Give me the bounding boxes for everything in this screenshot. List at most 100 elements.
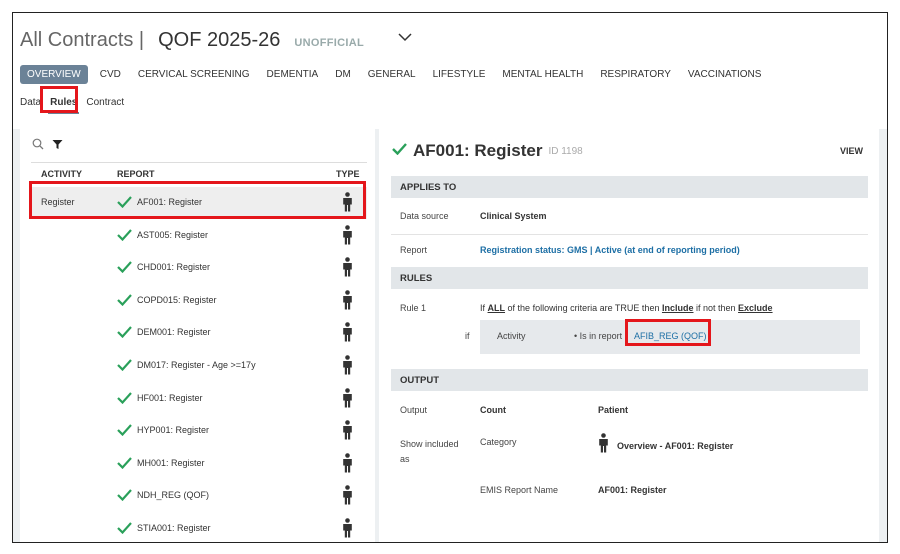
rule-text-mid2: if not then (696, 303, 736, 313)
check-icon (117, 488, 132, 502)
tab-overview[interactable]: OVERVIEW (20, 65, 88, 84)
rule-description: If ALL of the following criteria are TRU… (480, 303, 773, 313)
check-icon (117, 228, 132, 241)
check-icon (117, 325, 132, 339)
rule-text-exclude: Exclude (738, 303, 773, 313)
tab-lifestyle[interactable]: LIFESTYLE (433, 65, 486, 84)
criteria-field: Activity (497, 331, 526, 341)
table-row[interactable]: DM017: Register - Age >=17y (31, 350, 367, 382)
output-value: Count (480, 405, 506, 415)
check-icon (117, 358, 132, 372)
detail-title-row: AF001: Register ID 1198 (392, 141, 583, 161)
rule-text-mid: of the following criteria are TRUE then (507, 303, 660, 313)
report-cell: STIA001: Register (137, 523, 211, 533)
page-title: QOF 2025-26 (158, 29, 281, 51)
if-label: if (465, 331, 470, 341)
tab-dementia[interactable]: DEMENTIA (267, 65, 319, 84)
tab-respiratory[interactable]: RESPIRATORY (600, 65, 671, 84)
subtab-contract[interactable]: Contract (86, 97, 124, 108)
section-rules: RULES (391, 267, 868, 289)
person-icon (342, 485, 353, 505)
chevron-down-icon[interactable] (398, 30, 412, 44)
detail-id: ID 1198 (548, 145, 583, 157)
category-value: Overview - AF001: Register (617, 441, 734, 451)
section-applies-to: APPLIES TO (391, 176, 868, 198)
person-icon (598, 433, 609, 458)
data-source-label: Data source (400, 211, 449, 221)
criteria-link[interactable]: AFIB_REG (QOF) (634, 331, 707, 341)
tab-cervical-screening[interactable]: CERVICAL SCREENING (138, 65, 250, 84)
detail-title: AF001: Register (413, 141, 543, 160)
check-icon (117, 521, 132, 535)
person-icon (342, 452, 353, 473)
tab-cvd[interactable]: CVD (100, 65, 121, 84)
check-icon (117, 456, 132, 469)
output-label: Output (400, 405, 428, 415)
table-row[interactable]: Register AF001: Register (31, 187, 367, 219)
person-icon (342, 420, 353, 440)
report-cell: AST005: Register (137, 229, 209, 240)
table-row[interactable]: STIA001: Register (31, 513, 367, 542)
report-cell: DEM001: Register (137, 327, 211, 338)
table-row[interactable]: COPD015: Register (31, 285, 367, 317)
check-icon (392, 142, 407, 160)
view-button[interactable]: VIEW (840, 146, 863, 156)
criteria-text: • Is in report (574, 331, 623, 341)
show-label: Show included as (400, 439, 459, 464)
column-header-activity: ACTIVITY (41, 169, 83, 179)
table-row[interactable]: HF001: Register (31, 383, 367, 415)
check-icon (117, 293, 132, 306)
header-divider (31, 162, 367, 163)
output-unit: Patient (598, 405, 629, 415)
page-header: All Contracts | QOF 2025-26 UNOFFICIAL O… (13, 13, 887, 129)
app-window: All Contracts | QOF 2025-26 UNOFFICIAL O… (12, 12, 888, 543)
table-row[interactable]: MH001: Register (31, 448, 367, 480)
person-icon (342, 192, 353, 212)
tab-dm[interactable]: DM (335, 65, 351, 84)
report-cell: DM017: Register - Age >=17y (137, 360, 256, 370)
report-link[interactable]: Registration status: GMS | Active (at en… (480, 245, 740, 255)
rule-text-if: If (480, 303, 486, 313)
table-row[interactable]: AST005: Register (31, 220, 367, 252)
rule-text-all: ALL (487, 303, 506, 313)
table-row[interactable]: CHD001: Register (31, 252, 367, 284)
category-tabs: OVERVIEW CVD CERVICAL SCREENING DEMENTIA… (20, 65, 778, 84)
column-header-type: TYPE (336, 169, 360, 179)
emis-label: EMIS Report Name (480, 485, 559, 495)
report-cell: HF001: Register (137, 392, 203, 403)
subtab-rules[interactable]: Rules (48, 97, 80, 114)
breadcrumb[interactable]: All Contracts | (20, 29, 144, 52)
report-cell: AF001: Register (137, 197, 203, 207)
table-row[interactable]: NDH_REG (QOF) (31, 480, 367, 512)
work-area: ACTIVITY REPORT TYPE Register AF001: Regi… (13, 129, 887, 542)
search-icon[interactable] (32, 137, 44, 155)
sub-tabs: Data Rules Contract (20, 97, 133, 114)
detail-panel: AF001: Register ID 1198 VIEW APPLIES TO … (379, 129, 879, 542)
tab-vaccinations[interactable]: VACCINATIONS (688, 65, 762, 84)
rule-label: Rule 1 (400, 303, 427, 313)
check-icon (117, 423, 132, 437)
check-icon (117, 391, 132, 404)
person-icon (342, 355, 353, 375)
report-cell: MH001: Register (137, 457, 205, 468)
tab-mental-health[interactable]: MENTAL HEALTH (502, 65, 583, 84)
report-cell: NDH_REG (QOF) (137, 490, 209, 501)
report-label: Report (400, 245, 428, 255)
tab-general[interactable]: GENERAL (368, 65, 416, 84)
person-icon (342, 257, 353, 277)
filter-icon[interactable] (52, 137, 63, 155)
report-cell: COPD015: Register (137, 294, 217, 305)
person-icon (342, 224, 353, 245)
table-row[interactable]: DEM001: Register (31, 317, 367, 349)
rule-text-include: Include (661, 303, 694, 313)
table-row[interactable]: HYP001: Register (31, 415, 367, 447)
divider (391, 234, 868, 235)
category-label: Category (480, 437, 517, 447)
section-output: OUTPUT (391, 369, 868, 391)
status-badge: UNOFFICIAL (294, 37, 365, 49)
list-toolbar (32, 137, 63, 155)
emis-value: AF001: Register (598, 485, 667, 495)
report-cell: HYP001: Register (137, 425, 210, 436)
check-icon (117, 260, 132, 274)
subtab-data[interactable]: Data (20, 97, 41, 108)
